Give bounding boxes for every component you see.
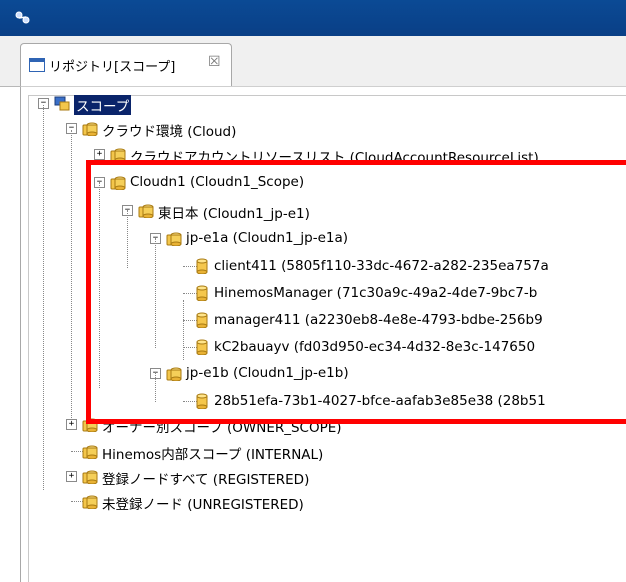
- tree-node-label: Hinemos内部スコープ (INTERNAL): [102, 447, 324, 463]
- cylinder-folder-icon: [138, 204, 154, 218]
- tree-node-label: kC2bauayv (fd03d950-ec34-4d32-8e3c-14765…: [214, 339, 536, 355]
- tree-connector: [127, 210, 128, 268]
- tree-node-scope[interactable]: + 登録ノードすべて (REGISTERED): [0, 466, 626, 488]
- tree-node-scope[interactable]: − jp-e1b (Cloudn1_jp-e1b): [0, 363, 626, 385]
- tree-node-scope[interactable]: 未登録ノード (UNREGISTERED): [0, 491, 626, 513]
- cylinder-folder-icon: [166, 232, 182, 246]
- node-icon: [196, 258, 208, 274]
- tree-node-label: Cloudn1 (Cloudn1_Scope): [130, 174, 305, 190]
- tree-node-leaf[interactable]: 28b51efa-73b1-4027-bfce-aafab3e85e38 (28…: [0, 391, 626, 413]
- expand-icon[interactable]: +: [94, 149, 105, 160]
- tree-node-scope[interactable]: − 東日本 (Cloudn1_jp-e1): [0, 200, 626, 222]
- cylinder-folder-icon: [82, 470, 98, 484]
- tree-node-scope[interactable]: + クラウドアカウントリソースリスト (CloudAccountResourceL…: [0, 144, 626, 166]
- node-icon: [196, 339, 208, 355]
- tree-node-label: manager411 (a2230eb8-4e8e-4793-bdbe-256b…: [214, 312, 543, 328]
- tree-node-label: HinemosManager (71c30a9c-49a2-4de7-9bc7-…: [214, 285, 538, 301]
- tree-connector: [155, 238, 156, 348]
- tree-node-leaf[interactable]: HinemosManager (71c30a9c-49a2-4de7-9bc7-…: [0, 283, 626, 305]
- expand-icon[interactable]: +: [66, 471, 77, 482]
- title-bar: [0, 0, 626, 36]
- tree-connector: [43, 105, 44, 490]
- cylinder-folder-icon: [110, 148, 126, 162]
- tree-node-label: クラウド環境 (Cloud): [102, 124, 237, 140]
- tree-node-label: jp-e1a (Cloudn1_jp-e1a): [186, 230, 348, 246]
- tree-node-root[interactable]: − スコープ: [0, 93, 626, 115]
- node-icon: [196, 285, 208, 301]
- tree-node-leaf[interactable]: manager411 (a2230eb8-4e8e-4793-bdbe-256b…: [0, 310, 626, 332]
- tree-node-leaf[interactable]: kC2bauayv (fd03d950-ec34-4d32-8e3c-14765…: [0, 337, 626, 359]
- tree-node-label: クラウドアカウントリソースリスト (CloudAccountResourceLi…: [130, 150, 539, 166]
- tree-node-label: client411 (5805f110-33dc-4672-a282-235ea…: [214, 258, 549, 274]
- app-icon: [15, 11, 30, 24]
- tree-node-label: jp-e1b (Cloudn1_jp-e1b): [186, 365, 349, 381]
- tree-connector: [183, 300, 184, 360]
- cylinder-folder-icon: [82, 122, 98, 136]
- cylinder-folder-icon: [166, 367, 182, 381]
- cylinder-folder-icon: [110, 176, 126, 190]
- tree-connector: [71, 130, 72, 420]
- tree-node-leaf[interactable]: client411 (5805f110-33dc-4672-a282-235ea…: [0, 256, 626, 278]
- cylinder-folder-icon: [82, 418, 98, 432]
- tree-node-scope[interactable]: − Cloudn1 (Cloudn1_Scope): [0, 172, 626, 194]
- tree-node-label: オーナー別スコープ (OWNER_SCOPE): [102, 420, 342, 436]
- expand-icon[interactable]: +: [66, 419, 77, 430]
- view-icon: [29, 58, 45, 72]
- tree-node-scope[interactable]: − クラウド環境 (Cloud): [0, 118, 626, 140]
- tree-node-label: 28b51efa-73b1-4027-bfce-aafab3e85e38 (28…: [214, 393, 546, 409]
- tab-repository-scope[interactable]: リポジトリ[スコープ] ☒: [20, 43, 232, 86]
- node-icon: [196, 393, 208, 409]
- close-icon[interactable]: ☒: [208, 54, 221, 70]
- tab-label: リポジトリ[スコープ]: [49, 60, 176, 75]
- tree-node-label: スコープ: [74, 95, 132, 115]
- tree-connector: [99, 182, 100, 388]
- view-tab-strip: リポジトリ[スコープ] ☒: [0, 36, 626, 87]
- cylinder-folder-icon: [82, 495, 98, 509]
- tree-connector: [155, 372, 156, 402]
- node-icon: [196, 312, 208, 328]
- tree-node-scope[interactable]: Hinemos内部スコープ (INTERNAL): [0, 441, 626, 463]
- tree-node-scope[interactable]: − jp-e1a (Cloudn1_jp-e1a): [0, 228, 626, 250]
- cylinder-folder-icon: [82, 445, 98, 459]
- scope-root-icon: [54, 96, 70, 111]
- tree-node-label: 登録ノードすべて (REGISTERED): [102, 472, 310, 488]
- tree-node-scope[interactable]: + オーナー別スコープ (OWNER_SCOPE): [0, 414, 626, 436]
- tree-node-label: 東日本 (Cloudn1_jp-e1): [158, 206, 310, 222]
- tree-node-label: 未登録ノード (UNREGISTERED): [102, 497, 304, 513]
